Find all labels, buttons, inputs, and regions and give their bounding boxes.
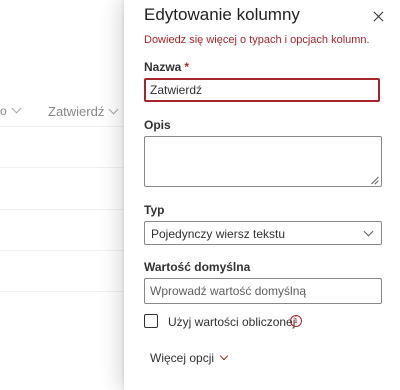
panel-title: Edytowanie kolumny bbox=[144, 5, 300, 24]
close-icon[interactable] bbox=[368, 6, 390, 28]
name-label-text: Nazwa bbox=[144, 60, 182, 74]
type-selected-value: Pojedynczy wiersz tekstu bbox=[151, 227, 286, 241]
type-dropdown[interactable]: Pojedynczy wiersz tekstu bbox=[144, 221, 382, 245]
edit-column-panel: Edytowanie kolumny Dowiedz się więcej o … bbox=[124, 0, 400, 390]
description-label: Opis bbox=[144, 118, 171, 132]
resize-grip-icon[interactable] bbox=[371, 176, 379, 184]
calculated-value-checkbox[interactable] bbox=[144, 314, 158, 328]
info-icon[interactable]: i bbox=[290, 315, 302, 327]
calculated-value-label[interactable]: Użyj wartości obliczonej bbox=[168, 315, 295, 329]
more-options-button[interactable]: Więcej opcji bbox=[150, 351, 229, 365]
required-marker: * bbox=[184, 60, 190, 74]
default-value-field[interactable] bbox=[144, 278, 382, 304]
chevron-down-icon bbox=[219, 351, 229, 361]
more-options-label: Więcej opcji bbox=[150, 351, 215, 365]
default-value-label: Wartość domyślna bbox=[144, 260, 251, 274]
learn-more-link[interactable]: Dowiedz się więcej o typach i opcjach ko… bbox=[144, 34, 370, 46]
name-field[interactable] bbox=[144, 78, 380, 102]
chevron-down-icon bbox=[363, 226, 374, 237]
overlay-scrim[interactable] bbox=[0, 0, 124, 390]
name-label: Nazwa * bbox=[144, 60, 189, 74]
type-label: Typ bbox=[144, 203, 165, 217]
description-field[interactable] bbox=[144, 136, 382, 187]
